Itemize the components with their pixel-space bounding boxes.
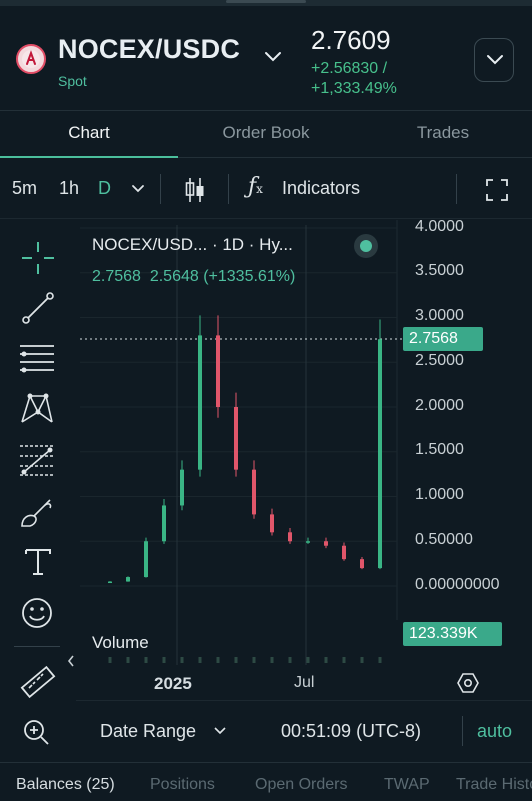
price-axis-tick: 1.5000 (415, 441, 464, 458)
tab-open-orders[interactable]: Open Orders (255, 776, 347, 794)
price-axis-tick: 0.50000 (415, 531, 473, 548)
price-axis-tick: 3.0000 (415, 307, 464, 324)
candle-body (288, 532, 292, 542)
volume-bar (198, 657, 202, 663)
auto-scale-toggle[interactable]: auto (477, 721, 512, 742)
legend-change: 2.5648 (+1335.61%) (149, 268, 296, 285)
tab-trade-history[interactable]: Trade History (456, 776, 532, 794)
date-range-button[interactable]: Date Range (100, 721, 196, 742)
candle-body (162, 505, 166, 542)
price-axis-tick: 3.5000 (415, 262, 464, 279)
volume-bar (378, 657, 382, 663)
volume-bar (180, 657, 184, 663)
candle-body (216, 335, 220, 407)
volume-bar (360, 657, 364, 663)
volume-bar (252, 657, 256, 663)
time-axis-tick: Jul (294, 674, 315, 691)
candle-body (108, 581, 112, 584)
tab-twap[interactable]: TWAP (384, 776, 430, 794)
price-axis-tick: 0.00000000 (415, 576, 500, 593)
candle-body (306, 541, 310, 543)
timezone-clock[interactable]: 00:51:09 (UTC-8) (281, 721, 421, 742)
candle-body (270, 514, 274, 533)
price-axis-tick: 2.0000 (415, 397, 464, 414)
volume-bar (216, 657, 220, 663)
chevron-down-icon[interactable] (213, 726, 227, 736)
volume-bar (234, 657, 238, 663)
price-axis-tick: 4.0000 (415, 218, 464, 235)
live-status-icon[interactable] (354, 234, 378, 258)
candle-body (342, 545, 346, 560)
volume-bar (108, 657, 112, 663)
volume-bar (342, 657, 346, 663)
candle-body (252, 469, 256, 515)
time-axis-tick: 2025 (154, 674, 192, 693)
bottom-bar-border (76, 700, 532, 701)
candle-body (144, 541, 148, 578)
bottom-divider (462, 716, 463, 746)
candle-body (324, 541, 328, 546)
chart-legend-values: 2.7568 2.5648 (+1335.61%) (92, 268, 295, 286)
current-price-tag: 2.7568 (403, 327, 483, 351)
candle-body (198, 335, 202, 470)
volume-bar (162, 657, 166, 663)
candle-body (234, 407, 238, 470)
tab-positions[interactable]: Positions (150, 776, 215, 794)
volume-label: Volume (92, 633, 149, 652)
volume-bar (306, 657, 310, 663)
candle-body (126, 577, 130, 582)
candle-body (378, 339, 382, 569)
volume-bar (270, 657, 274, 663)
volume-bar (144, 657, 148, 663)
tab-balances[interactable]: Balances (25) (16, 776, 115, 794)
candle-body (360, 559, 364, 569)
candle-body (180, 469, 184, 506)
volume-bar (126, 657, 130, 663)
volume-bar (324, 657, 328, 663)
price-axis-tick: 1.0000 (415, 486, 464, 503)
volume-bar (288, 657, 292, 663)
volume-tag: 123.339K (403, 622, 502, 646)
legend-close: 2.7568 (92, 268, 141, 285)
chart-settings-icon[interactable] (456, 672, 480, 694)
price-axis-tick: 2.5000 (415, 352, 464, 369)
chart-legend-title: NOCEX/USD... · 1D · Hy... (92, 235, 293, 254)
